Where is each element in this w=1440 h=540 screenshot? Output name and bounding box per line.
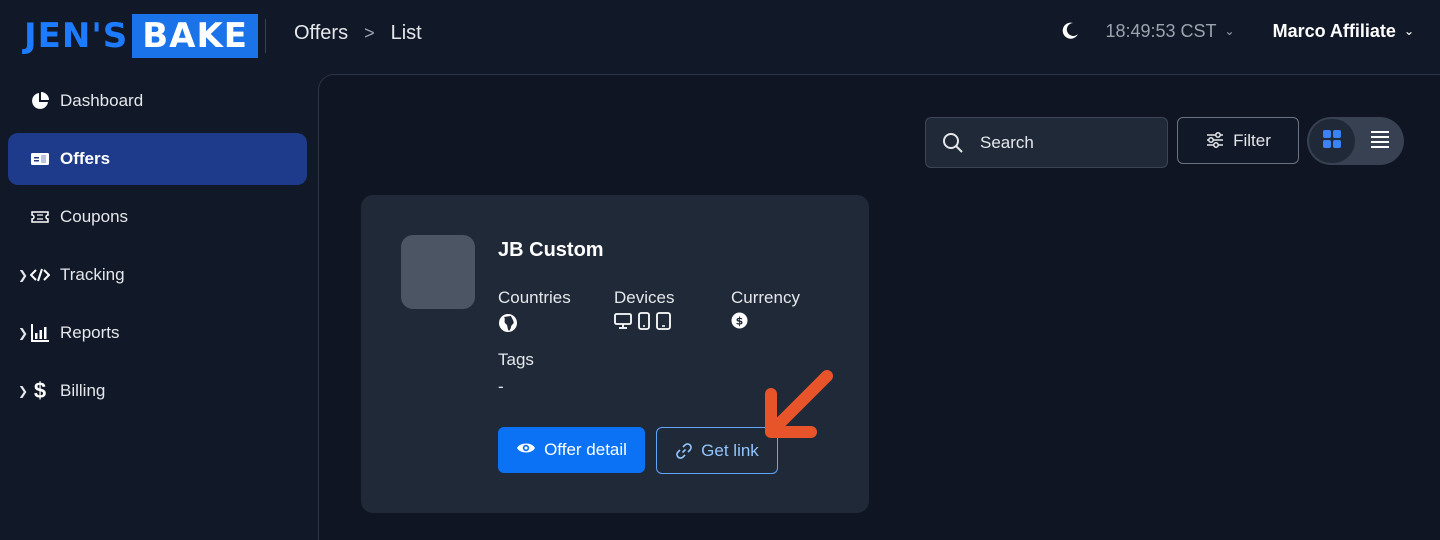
chevron-right-icon: ❯ — [18, 268, 29, 282]
search-box[interactable] — [925, 117, 1168, 168]
main-content: Filter JB Custom Countries Devices — [318, 74, 1440, 540]
timezone-clock[interactable]: 18:49:53 CST ⌄ — [1105, 21, 1234, 42]
view-toggle — [1307, 117, 1404, 165]
get-link-label: Get link — [701, 440, 759, 460]
tablet-icon — [656, 312, 677, 335]
sidebar-item-coupons[interactable]: Coupons — [8, 191, 307, 243]
sidebar-item-label: Tracking — [60, 265, 125, 284]
desktop-icon — [614, 313, 638, 334]
tags-label: Tags — [498, 350, 534, 369]
breadcrumb: Offers > List — [294, 22, 422, 45]
annotation-arrow-icon — [755, 362, 845, 452]
sidebar-item-label: Billing — [60, 381, 106, 400]
list-view-button[interactable] — [1357, 119, 1403, 163]
chevron-right-icon: ❯ — [18, 326, 29, 340]
filter-button[interactable]: Filter — [1177, 117, 1299, 164]
link-icon — [675, 442, 693, 460]
user-name: Marco Affiliate — [1272, 20, 1396, 41]
countries-values — [498, 313, 524, 338]
devices-values — [614, 312, 677, 335]
grid-view-button[interactable] — [1309, 119, 1355, 163]
countries-label: Countries — [498, 288, 571, 307]
sidebar-item-reports[interactable]: ❯ Reports — [8, 307, 307, 359]
sliders-icon — [1205, 131, 1225, 151]
currency-label: Currency — [731, 288, 800, 307]
sidebar-item-label: Reports — [60, 323, 120, 342]
clock-time: 18:49:53 CST — [1105, 20, 1217, 41]
sidebar-item-label: Coupons — [60, 207, 129, 226]
breadcrumb-list: List — [390, 22, 422, 44]
search-input[interactable] — [978, 131, 1152, 154]
sidebar-item-tracking[interactable]: ❯ Tracking — [8, 249, 307, 301]
mobile-icon — [638, 312, 656, 335]
tags-value: - — [498, 377, 504, 396]
user-menu[interactable]: Marco Affiliate ⌄ — [1273, 21, 1414, 42]
code-icon — [30, 265, 50, 285]
list-icon — [1370, 130, 1390, 153]
sidebar-item-label: Dashboard — [60, 91, 144, 110]
offer-title: JB Custom — [498, 239, 604, 261]
chevron-down-icon: ⌄ — [1403, 24, 1414, 38]
sidebar-item-label: Offers — [60, 149, 111, 168]
chevron-down-icon: ⌄ — [1224, 24, 1235, 38]
pie-chart-icon — [30, 91, 50, 111]
search-icon — [942, 132, 964, 154]
svg-text:$: $ — [736, 315, 744, 328]
dollar-icon: $ — [33, 378, 47, 403]
id-card-icon — [30, 149, 50, 169]
offer-thumbnail — [401, 235, 475, 309]
moon-icon[interactable] — [1059, 20, 1081, 42]
sidebar: Dashboard Offers Coupons ❯ Tracking ❯ Re… — [0, 74, 318, 539]
top-bar: JEN'S BAKE Offers > List 18:49:53 CST ⌄ … — [0, 0, 1440, 74]
bar-chart-icon — [30, 323, 50, 343]
offer-detail-label: Offer detail — [544, 440, 627, 459]
ticket-icon — [30, 207, 50, 227]
globe-icon — [498, 313, 524, 338]
eye-icon — [516, 440, 536, 460]
offer-detail-button[interactable]: Offer detail — [498, 427, 645, 473]
dollar-circle-icon: $ — [731, 312, 754, 334]
devices-label: Devices — [614, 288, 675, 307]
breadcrumb-offers[interactable]: Offers — [294, 22, 348, 45]
logo-text-highlight: BAKE — [132, 14, 259, 58]
breadcrumb-separator: > — [364, 23, 375, 43]
grid-icon — [1322, 129, 1342, 154]
sidebar-item-dashboard[interactable]: Dashboard — [8, 75, 307, 127]
logo-text-primary: JEN'S — [24, 16, 129, 56]
sidebar-item-billing[interactable]: ❯ $ Billing — [8, 365, 307, 417]
chevron-right-icon: ❯ — [18, 384, 29, 398]
header-actions: 18:49:53 CST ⌄ Marco Affiliate ⌄ — [1059, 20, 1414, 42]
logo[interactable]: JEN'S BAKE — [24, 14, 259, 58]
filter-label: Filter — [1233, 130, 1271, 150]
header-divider — [265, 19, 266, 53]
sidebar-item-offers[interactable]: Offers — [8, 133, 307, 185]
offer-card: JB Custom Countries Devices Currency $ T… — [361, 195, 869, 513]
currency-values: $ — [731, 312, 754, 334]
